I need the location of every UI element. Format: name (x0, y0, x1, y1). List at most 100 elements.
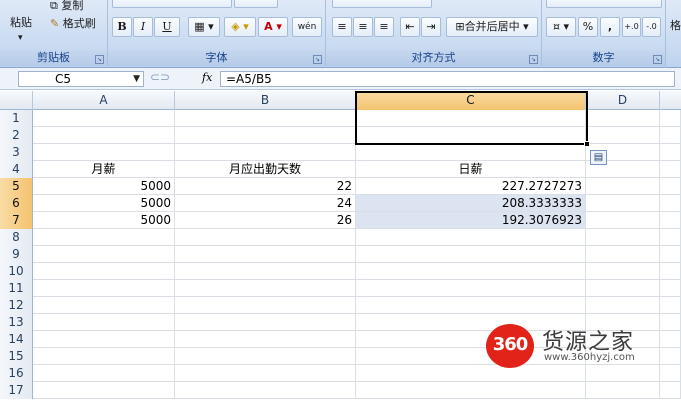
increase-indent-button[interactable]: ⇥ (421, 17, 441, 37)
cell-b[interactable] (175, 348, 356, 364)
italic-button[interactable]: I (133, 17, 153, 37)
cell-e[interactable] (660, 229, 681, 245)
cell-d[interactable] (586, 195, 660, 211)
row-header[interactable]: 6 (0, 195, 33, 212)
paste-options-button[interactable]: ▤ (590, 150, 607, 165)
vertical-align-buttons[interactable] (332, 0, 432, 8)
cell-b[interactable] (175, 127, 356, 143)
cell-e[interactable] (660, 110, 681, 126)
column-header-e[interactable] (660, 91, 681, 110)
font-name-box[interactable] (112, 0, 232, 8)
cell-c[interactable]: 日薪 (356, 161, 586, 177)
font-size-box[interactable] (234, 0, 278, 8)
cell-b[interactable]: 22 (175, 178, 356, 194)
cell-d[interactable] (586, 280, 660, 296)
cell-c[interactable] (356, 297, 586, 313)
cell-c[interactable] (356, 263, 586, 279)
cell-d[interactable] (586, 246, 660, 262)
cell-c[interactable] (356, 246, 586, 262)
cell-c[interactable]: 192.3076923 (356, 212, 586, 228)
underline-button[interactable]: U (154, 17, 180, 37)
cell-b[interactable] (175, 297, 356, 313)
cell-b[interactable] (175, 280, 356, 296)
cell-e[interactable] (660, 246, 681, 262)
cell-e[interactable] (660, 178, 681, 194)
cell-e[interactable] (660, 382, 681, 398)
number-format-box[interactable] (546, 0, 662, 8)
cell-a[interactable] (33, 246, 175, 262)
copy-button[interactable]: ⧉ 复制 (50, 0, 83, 14)
cell-a[interactable]: 5000 (33, 195, 175, 211)
cell-a[interactable]: 5000 (33, 212, 175, 228)
cell-e[interactable] (660, 280, 681, 296)
cell-a[interactable] (33, 297, 175, 313)
cell-a[interactable] (33, 127, 175, 143)
column-header-a[interactable]: A (33, 91, 175, 110)
increase-decimal-button[interactable]: +.0 (622, 17, 641, 37)
align-left-button[interactable]: ≡ (332, 17, 352, 37)
format-painter-button[interactable]: ✎ 格式刷 (50, 16, 96, 32)
comma-button[interactable]: , (600, 17, 620, 37)
cell-d[interactable] (586, 263, 660, 279)
format-group-partial[interactable]: 格 (670, 18, 681, 34)
cell-d[interactable] (586, 382, 660, 398)
cell-a[interactable] (33, 331, 175, 347)
cell-e[interactable] (660, 195, 681, 211)
row-header[interactable]: 2 (0, 127, 33, 144)
number-launcher-icon[interactable]: ↘ (653, 55, 662, 64)
phonetic-button[interactable]: wén (292, 17, 322, 37)
percent-button[interactable]: % (578, 17, 598, 37)
chevron-down-icon[interactable]: ▼ (133, 72, 140, 86)
row-header[interactable]: 15 (0, 348, 33, 365)
cell-e[interactable] (660, 161, 681, 177)
cell-a[interactable] (33, 144, 175, 160)
cell-a[interactable] (33, 280, 175, 296)
row-header[interactable]: 8 (0, 229, 33, 246)
cell-a[interactable]: 5000 (33, 178, 175, 194)
row-header[interactable]: 1 (0, 110, 33, 127)
formula-input[interactable]: =A5/B5 (220, 71, 675, 87)
column-header-d[interactable]: D (586, 91, 660, 110)
fill-color-button[interactable]: ◈ ▾ (224, 17, 256, 37)
cell-b[interactable]: 月应出勤天数 (175, 161, 356, 177)
row-header[interactable]: 4 (0, 161, 33, 178)
font-launcher-icon[interactable]: ↘ (313, 55, 322, 64)
cell-e[interactable] (660, 144, 681, 160)
cell-b[interactable] (175, 229, 356, 245)
cell-e[interactable] (660, 263, 681, 279)
row-header[interactable]: 7 (0, 212, 33, 229)
insert-function-button[interactable]: fx (202, 71, 212, 84)
cell-b[interactable]: 26 (175, 212, 356, 228)
cell-b[interactable] (175, 110, 356, 126)
cell-a[interactable] (33, 229, 175, 245)
cell-b[interactable] (175, 246, 356, 262)
cell-e[interactable] (660, 212, 681, 228)
bold-button[interactable]: B (112, 17, 132, 37)
cell-a[interactable] (33, 110, 175, 126)
row-header[interactable]: 12 (0, 297, 33, 314)
decrease-indent-button[interactable]: ⇤ (400, 17, 420, 37)
divider-handle-icon[interactable]: ⊂⊃ (150, 70, 170, 84)
cell-b[interactable] (175, 144, 356, 160)
cell-b[interactable] (175, 314, 356, 330)
row-header[interactable]: 17 (0, 382, 33, 399)
cell-d[interactable] (586, 229, 660, 245)
cell-a[interactable] (33, 382, 175, 398)
accounting-format-button[interactable]: ¤ ▾ (546, 17, 576, 37)
row-header[interactable]: 10 (0, 263, 33, 280)
cell-b[interactable] (175, 331, 356, 347)
name-box[interactable]: C5 ▼ (18, 71, 144, 87)
cell-a[interactable] (33, 348, 175, 364)
row-header[interactable]: 13 (0, 314, 33, 331)
cell-a[interactable] (33, 365, 175, 381)
select-all-corner[interactable] (0, 91, 33, 110)
row-header[interactable]: 11 (0, 280, 33, 297)
row-header[interactable]: 16 (0, 365, 33, 382)
cell-c[interactable]: 208.3333333 (356, 195, 586, 211)
cell-b[interactable] (175, 382, 356, 398)
row-header[interactable]: 5 (0, 178, 33, 195)
cell-d[interactable] (586, 212, 660, 228)
row-header[interactable]: 9 (0, 246, 33, 263)
cell-d[interactable] (586, 127, 660, 143)
cell-c[interactable]: 227.2727273 (356, 178, 586, 194)
